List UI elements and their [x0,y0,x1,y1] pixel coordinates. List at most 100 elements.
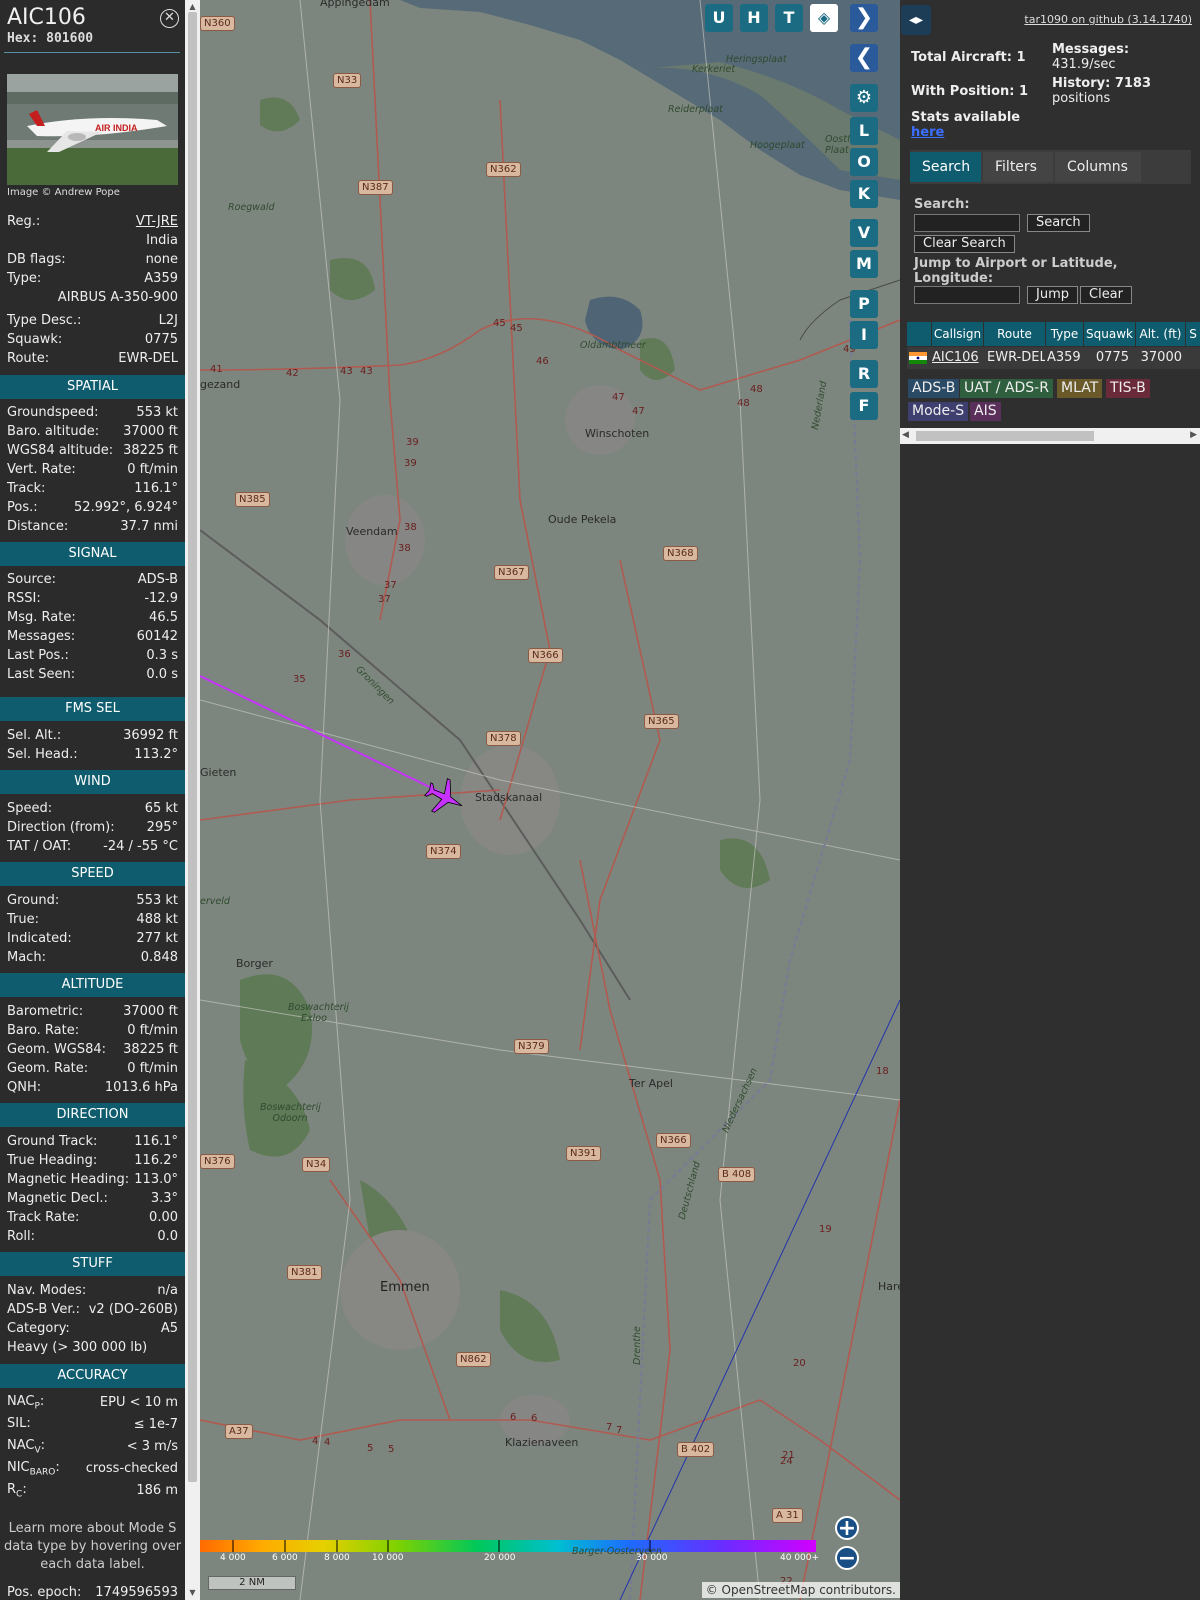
field-label[interactable]: Messages: [7,629,75,644]
field-label[interactable]: Magnetic Heading: [7,1172,129,1187]
field-label[interactable]: Baro. Rate: [7,1023,79,1038]
field-label[interactable]: True Heading: [7,1153,97,1168]
field-label[interactable]: Category: [7,1321,70,1336]
field-label[interactable]: Geom. Rate: [7,1061,88,1076]
field-label[interactable]: TAT / OAT: [7,839,71,854]
map-button-p[interactable]: P [850,290,878,318]
field-label[interactable]: Track Rate: [7,1210,79,1225]
field-value: 3.3° [150,1191,178,1206]
field-label[interactable]: WGS84 altitude: [7,443,113,458]
tab-search[interactable]: Search [910,152,981,182]
field-label[interactable]: RC: [7,1482,27,1500]
field-label[interactable]: Baro. altitude: [7,424,99,439]
scrollbar-thumb[interactable] [188,12,197,1482]
tab-filters[interactable]: Filters [983,152,1053,182]
search-button[interactable]: Search [1027,214,1090,232]
map-button-t[interactable]: T [775,4,803,32]
jump-input[interactable] [914,286,1020,304]
col-type[interactable]: Type [1045,322,1083,346]
field-label[interactable]: Ground Track: [7,1134,97,1149]
map-button-f[interactable]: F [850,392,878,420]
github-link[interactable]: tar1090 on github (3.14.1740) [1024,13,1192,26]
source-ais[interactable]: AIS [970,402,1001,421]
info-panel-scrollbar[interactable]: ▲ ▼ [185,0,200,1600]
col-s[interactable]: S [1185,322,1200,346]
field-label[interactable]: Magnetic Decl.: [7,1191,108,1206]
field-label[interactable]: NACP: [7,1394,44,1412]
field-label[interactable]: SIL: [7,1416,31,1434]
field-label[interactable]: Speed: [7,801,52,816]
clear-search-button[interactable]: Clear Search [914,235,1015,253]
scroll-up-icon[interactable]: ▲ [188,2,197,11]
field-label[interactable]: ADS-B Ver.: [7,1302,80,1317]
source-tisb[interactable]: TIS-B [1106,379,1150,398]
map-attribution[interactable]: © OpenStreetMap contributors. [701,1582,900,1598]
field-label[interactable]: Distance: [7,519,68,534]
source-adsb[interactable]: ADS-B [908,379,960,398]
registration-link[interactable]: VT-JRE [136,214,178,229]
map-button-i[interactable]: I [850,321,878,349]
learn-more-text: Learn more about Mode S data type by hov… [3,1521,182,1572]
stats-link[interactable]: here [911,125,944,140]
chevron-right-icon[interactable]: ❯ [850,4,878,32]
tab-columns[interactable]: Columns [1055,152,1141,182]
chevron-left-icon[interactable]: ❮ [850,44,878,72]
scrollbar-thumb[interactable] [916,431,1094,441]
field-label[interactable]: Nav. Modes: [7,1283,86,1298]
map-button-m[interactable]: M [850,250,878,278]
layers-icon[interactable]: ◈ [810,4,838,32]
clear-button[interactable]: Clear [1080,286,1132,304]
field-label[interactable]: NICBARO: [7,1460,60,1478]
field-label[interactable]: Groundspeed: [7,405,98,420]
field-label[interactable]: Pos.: [7,500,38,515]
table-row[interactable]: AIC106 EWR-DEL A359 0775 37000 [907,347,1200,369]
field-label[interactable]: QNH: [7,1080,41,1095]
field-label[interactable]: Ground: [7,893,59,908]
gear-icon[interactable]: ⚙ [850,84,878,112]
row-callsign[interactable]: AIC106 [931,347,983,369]
map-button-u[interactable]: U [705,4,733,32]
field-label[interactable]: Geom. WGS84: [7,1042,106,1057]
field-label[interactable]: Barometric: [7,1004,83,1019]
col-squawk[interactable]: Squawk [1083,322,1135,346]
table-horizontal-scrollbar[interactable]: ◀ ▶ [900,428,1200,444]
search-input[interactable] [914,214,1020,232]
close-icon[interactable]: ✕ [160,9,179,28]
map-button-l[interactable]: L [850,117,878,145]
map-view[interactable]: Appingedam Kerkeriet Heringsplaat Reider… [200,0,900,1600]
field-label[interactable]: Track: [7,481,45,496]
field-label[interactable]: Roll: [7,1229,35,1244]
scroll-down-icon[interactable]: ▼ [188,1588,197,1597]
field-label[interactable]: Source: [7,572,56,587]
field-label[interactable]: Last Seen: [7,667,75,682]
field-label[interactable]: Sel. Alt.: [7,728,61,743]
map-button-v[interactable]: V [850,219,878,247]
field-label[interactable]: NACV: [7,1438,45,1456]
map-button-h[interactable]: H [740,4,768,32]
scroll-left-icon[interactable]: ◀ [902,430,909,440]
col-alt[interactable]: Alt. (ft) [1135,322,1185,346]
source-modes[interactable]: Mode-S [908,402,969,421]
field-label[interactable]: Sel. Head.: [7,747,78,762]
map-button-o[interactable]: O [850,148,878,176]
map-button-k[interactable]: K [850,180,878,208]
source-mlat[interactable]: MLAT [1057,379,1103,398]
col-callsign[interactable]: Callsign [931,322,983,346]
col-route[interactable]: Route [983,322,1045,346]
jump-button[interactable]: Jump [1027,286,1078,304]
field-label[interactable]: True: [7,912,39,927]
field-label[interactable]: Mach: [7,950,46,965]
scroll-right-icon[interactable]: ▶ [1190,430,1197,440]
source-uat[interactable]: UAT / ADS-R [960,379,1053,398]
field-label[interactable]: RSSI: [7,591,41,606]
field-label[interactable]: Indicated: [7,931,72,946]
zoom-out-button[interactable]: − [835,1546,859,1570]
field-label[interactable]: Vert. Rate: [7,462,76,477]
field-label[interactable]: Last Pos.: [7,648,69,663]
field-label[interactable]: Msg. Rate: [7,610,76,625]
field-label[interactable]: Direction (from): [7,820,115,835]
map-button-r[interactable]: R [850,360,878,388]
expand-horizontal-icon[interactable]: ◂▸ [901,5,931,35]
aircraft-photo[interactable]: AIR INDIA [7,74,178,185]
zoom-in-button[interactable]: + [835,1516,859,1540]
